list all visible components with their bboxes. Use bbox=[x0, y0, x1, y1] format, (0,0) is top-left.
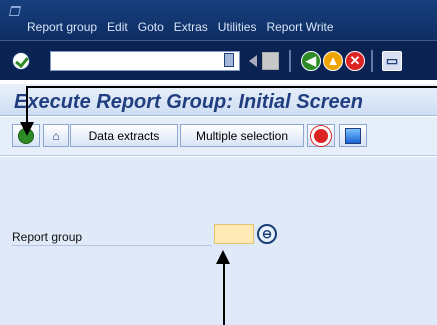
menu-edit[interactable]: Edit bbox=[102, 20, 133, 34]
toolbar-separator bbox=[371, 50, 373, 72]
standard-toolbar: ◀ ▲ ✕ ▭ bbox=[0, 40, 437, 80]
report-group-input[interactable] bbox=[214, 224, 254, 244]
help-button[interactable] bbox=[307, 124, 335, 147]
screen-title: Execute Report Group: Initial Screen bbox=[14, 91, 363, 113]
person-image-button[interactable] bbox=[339, 124, 367, 147]
callout-arrow-line bbox=[223, 262, 225, 325]
menu-bar: Report group Edit Goto Extras Utilities … bbox=[0, 0, 437, 40]
cancel-icon[interactable]: ✕ bbox=[345, 51, 365, 71]
menu-utilities[interactable]: Utilities bbox=[213, 20, 262, 34]
callout-arrow-line bbox=[26, 86, 437, 88]
menu-report-group[interactable]: Report group bbox=[22, 20, 102, 34]
sap-logo-icon bbox=[8, 6, 22, 16]
callout-arrow-line bbox=[26, 86, 28, 123]
toolbar-separator bbox=[289, 50, 291, 72]
exit-icon[interactable]: ▲ bbox=[323, 51, 343, 71]
value-help-button[interactable]: ⊖ bbox=[257, 224, 277, 244]
menu-goto[interactable]: Goto bbox=[133, 20, 169, 34]
collapse-icon[interactable] bbox=[224, 53, 234, 67]
command-field[interactable] bbox=[50, 51, 240, 71]
check-icon[interactable] bbox=[12, 52, 30, 70]
back-triangle-icon[interactable] bbox=[249, 55, 257, 67]
callout-arrow-head bbox=[20, 122, 34, 136]
screen-title-bar: Execute Report Group: Initial Screen bbox=[0, 84, 437, 116]
save-icon[interactable] bbox=[262, 52, 279, 70]
binoculars-icon: ⌂ bbox=[52, 128, 60, 143]
menu-report-writer[interactable]: Report Write bbox=[261, 20, 338, 34]
application-toolbar: ⌂ Data extracts Multiple selection bbox=[0, 117, 437, 156]
print-icon[interactable]: ▭ bbox=[382, 51, 402, 71]
callout-arrow-head bbox=[216, 250, 230, 264]
menu-extras[interactable]: Extras bbox=[169, 20, 213, 34]
data-extracts-button[interactable]: Data extracts bbox=[70, 124, 178, 147]
binoculars-button[interactable]: ⌂ bbox=[43, 124, 69, 147]
back-icon[interactable]: ◀ bbox=[301, 51, 321, 71]
report-group-label: Report group bbox=[12, 228, 212, 246]
multiple-selection-button[interactable]: Multiple selection bbox=[180, 124, 304, 147]
main-menu: Report group Edit Goto Extras Utilities … bbox=[0, 20, 339, 34]
